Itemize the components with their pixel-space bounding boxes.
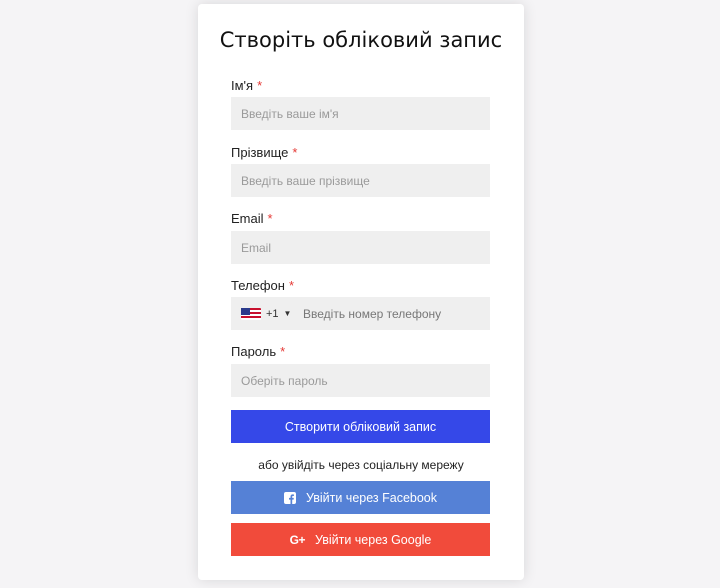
phone-label-text: Телефон <box>231 278 285 293</box>
us-flag-icon <box>241 307 261 320</box>
phone-input[interactable] <box>293 297 483 330</box>
google-login-label: Увійти через Google <box>314 532 432 547</box>
facebook-icon <box>283 491 296 504</box>
first-name-label: Ім'я * <box>231 78 262 93</box>
required-mark: * <box>292 145 298 160</box>
required-mark: * <box>280 344 286 359</box>
email-label: Email * <box>231 211 273 226</box>
required-mark: * <box>257 78 263 93</box>
country-code-selector[interactable]: +1 ▼ <box>241 297 291 330</box>
first-name-input[interactable] <box>231 97 490 130</box>
email-label-text: Email <box>231 211 264 226</box>
password-label-text: Пароль <box>231 344 277 359</box>
last-name-label: Прізвище * <box>231 145 297 160</box>
google-login-button[interactable]: G+ Увійти через Google <box>231 523 490 556</box>
facebook-login-label: Увійти через Facebook <box>305 490 437 505</box>
last-name-input[interactable] <box>231 164 490 197</box>
first-name-label-text: Ім'я <box>231 78 254 93</box>
password-input[interactable] <box>231 364 490 397</box>
facebook-login-button[interactable]: Увійти через Facebook <box>231 481 490 514</box>
create-account-button[interactable]: Створити обліковий запис <box>231 410 490 443</box>
google-plus-icon: G+ <box>289 532 306 547</box>
required-mark: * <box>267 211 273 226</box>
email-input[interactable] <box>231 231 490 264</box>
social-divider-text: або увійдіть через соціальну мережу <box>258 458 464 472</box>
required-mark: * <box>288 278 294 293</box>
country-code: +1 <box>266 307 279 320</box>
page-title: Створіть обліковий запис <box>219 28 503 52</box>
phone-label: Телефон * <box>231 278 294 293</box>
create-account-label: Створити обліковий запис <box>284 419 437 434</box>
phone-field: +1 ▼ <box>231 297 490 330</box>
caret-down-icon: ▼ <box>283 309 292 318</box>
last-name-label-text: Прізвище <box>231 145 289 160</box>
signup-card: Створіть обліковий запис Ім'я* Прізвище*… <box>198 4 524 580</box>
password-label: Пароль * <box>231 344 285 359</box>
